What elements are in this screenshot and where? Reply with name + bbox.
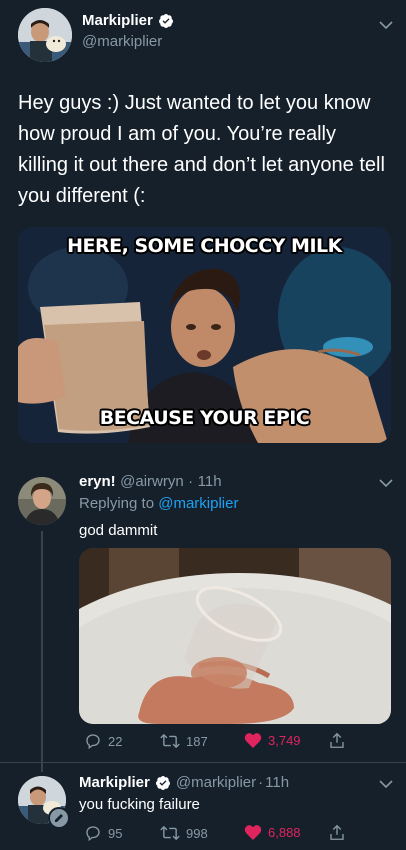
reply1-reply-count: 22 <box>108 733 123 749</box>
reply2-retweet-count: 998 <box>186 825 208 841</box>
reply2-share-action[interactable] <box>328 823 346 842</box>
meme-top-caption: HERE, SOME CHOCCY MILK <box>67 235 342 257</box>
reply1-retweet-count: 187 <box>186 733 208 749</box>
reply1-separator: · <box>188 473 194 490</box>
reply2-like-count: 6,888 <box>268 825 301 840</box>
retweet-icon <box>160 733 180 749</box>
share-icon <box>330 732 344 748</box>
divider <box>0 762 406 763</box>
chevron-down-icon[interactable] <box>379 779 393 789</box>
edit-badge-icon <box>48 807 70 829</box>
reply2-display-name[interactable]: Markiplier <box>79 774 150 791</box>
reply2-time[interactable]: 11h <box>265 774 289 791</box>
chevron-down-icon[interactable] <box>379 478 393 488</box>
chevron-down-icon[interactable] <box>379 20 393 30</box>
verified-icon <box>158 13 173 28</box>
heart-icon <box>244 733 262 748</box>
replying-to-link[interactable]: @markiplier <box>158 495 238 512</box>
reply1-display-name[interactable]: eryn! <box>79 473 116 490</box>
reply2-text: you fucking failure <box>79 796 200 813</box>
reply2-reply-count: 95 <box>108 825 123 841</box>
main-display-name[interactable]: Markiplier <box>82 12 153 29</box>
replying-to-prefix: Replying to <box>79 495 155 512</box>
main-avatar[interactable] <box>18 8 72 62</box>
heart-icon <box>244 825 262 840</box>
reply2-reply-action[interactable]: 95 <box>84 824 122 842</box>
share-icon <box>330 824 344 840</box>
reply1-like-count: 3,749 <box>268 733 301 748</box>
spilled-milk-image[interactable] <box>79 548 391 724</box>
reply1-like-action[interactable]: 3,749 <box>244 732 301 749</box>
meme-image[interactable]: HERE, SOME CHOCCY MILK BECAUSE YOUR EPIC <box>18 227 391 443</box>
reply1-text: god dammit <box>79 522 158 539</box>
reply2-separator: · <box>258 774 264 791</box>
reply2-like-action[interactable]: 6,888 <box>244 824 301 841</box>
main-handle[interactable]: @markiplier <box>82 33 162 50</box>
reply2-handle[interactable]: @markiplier <box>176 774 256 791</box>
retweet-icon <box>160 825 180 841</box>
thread-line-top <box>41 762 43 772</box>
reply1-avatar[interactable] <box>18 477 66 525</box>
verified-icon <box>155 775 170 790</box>
thread-line <box>41 531 43 763</box>
reply2-retweet-action[interactable]: 998 <box>160 824 208 842</box>
reply1-share-action[interactable] <box>328 731 346 750</box>
reply1-retweet-action[interactable]: 187 <box>160 732 208 750</box>
main-tweet-text: Hey guys :) Just wanted to let you know … <box>18 92 385 207</box>
reply1-reply-action[interactable]: 22 <box>84 732 122 750</box>
reply-icon <box>86 734 100 750</box>
reply-icon <box>86 826 100 842</box>
reply1-time[interactable]: 11h <box>198 473 222 490</box>
meme-bottom-caption: BECAUSE YOUR EPIC <box>99 407 310 429</box>
reply1-handle[interactable]: @airwryn <box>120 473 184 490</box>
